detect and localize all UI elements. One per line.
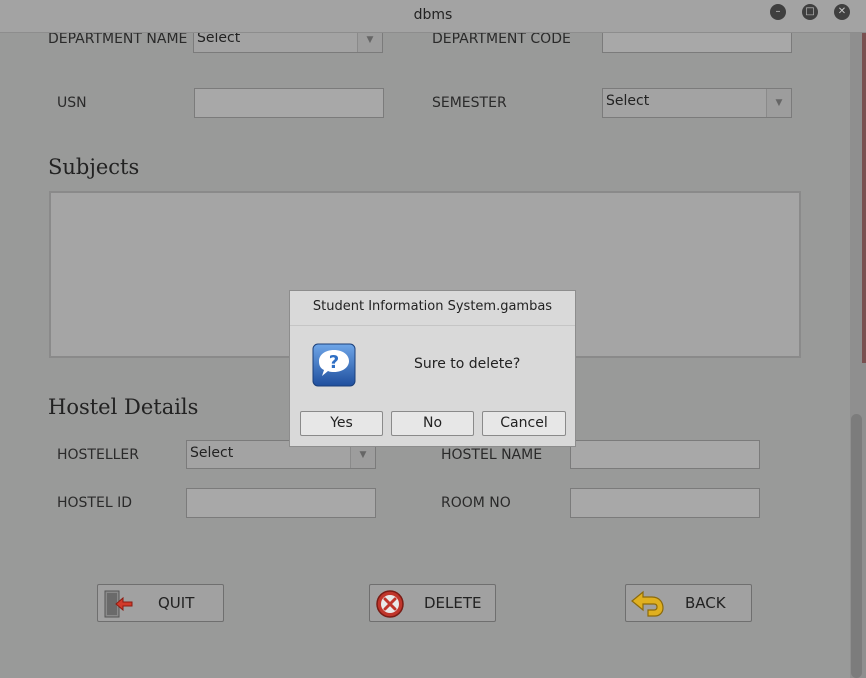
hostel-name-label: HOSTEL NAME [441,447,543,463]
quit-icon [102,589,136,619]
semester-value: Select [606,93,650,109]
svg-text:?: ? [329,352,339,373]
close-button[interactable]: ✕ [834,4,850,20]
semester-label: SEMESTER [432,95,507,111]
hostel-id-label: HOSTEL ID [57,495,132,511]
quit-label: QUIT [158,594,195,612]
hosteller-label: HOSTELLER [57,447,140,463]
hostel-details-heading: Hostel Details [48,395,199,419]
room-no-field[interactable] [570,488,760,518]
subjects-heading: Subjects [48,155,140,179]
hostel-id-field[interactable] [186,488,376,518]
cancel-button[interactable]: Cancel [482,411,566,436]
confirm-delete-dialog: Student Information System.gambas ? Sure… [289,290,576,447]
back-arrow-icon [630,589,666,619]
delete-button[interactable]: DELETE [369,584,496,622]
back-button[interactable]: BACK [625,584,752,622]
delete-icon [375,589,405,619]
chevron-down-icon: ▼ [357,33,382,52]
maximize-button[interactable]: □ [802,4,818,20]
maximize-icon: □ [805,6,815,17]
yes-button[interactable]: Yes [300,411,383,436]
minimize-icon: – [775,6,781,17]
room-no-label: ROOM NO [441,495,511,511]
semester-select[interactable]: Select ▼ [602,88,792,118]
hostel-name-field[interactable] [570,440,760,469]
question-icon: ? [312,343,356,387]
background-edge [862,33,866,363]
department-name-value: Select [197,33,241,46]
title-bar: dbms – □ ✕ [0,0,866,33]
usn-label: USN [57,95,87,111]
close-icon: ✕ [837,6,847,17]
back-label: BACK [685,594,726,612]
no-button[interactable]: No [391,411,474,436]
window-title: dbms [413,7,453,23]
department-code-label: DEPARTMENT CODE [432,33,571,47]
delete-label: DELETE [424,594,482,612]
scrollbar-thumb[interactable] [851,414,862,678]
quit-button[interactable]: QUIT [97,584,224,622]
dialog-message: Sure to delete? [414,356,521,372]
chevron-down-icon: ▼ [766,89,791,117]
minimize-button[interactable]: – [770,4,786,20]
dialog-divider [290,325,575,326]
hosteller-value: Select [190,445,234,461]
usn-field[interactable] [194,88,384,118]
department-name-select[interactable]: Select ▼ [193,33,383,53]
department-code-field[interactable] [602,33,792,53]
department-name-label: DEPARTMENT NAME [48,33,188,47]
dialog-title: Student Information System.gambas [312,299,553,314]
